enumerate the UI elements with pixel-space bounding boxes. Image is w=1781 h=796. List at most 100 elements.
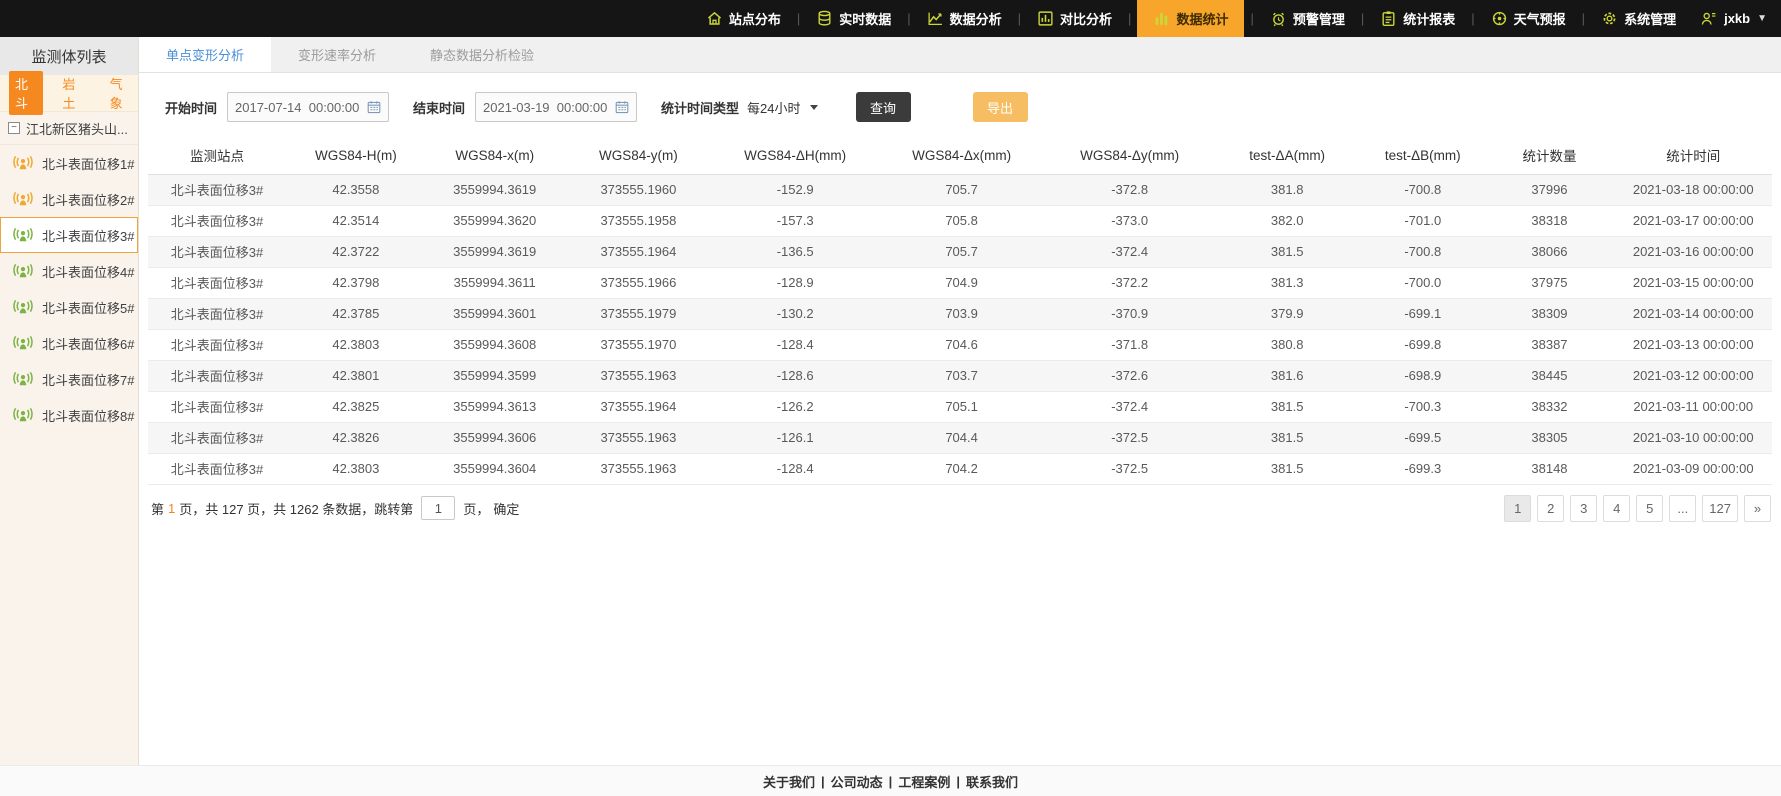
column-header: test-ΔB(mm) — [1361, 137, 1484, 174]
nav-item-weather[interactable]: 天气预报 — [1481, 0, 1576, 37]
query-button[interactable]: 查询 — [856, 92, 911, 122]
nav-item-database[interactable]: 实时数据 — [806, 0, 901, 37]
table-cell: 42.3785 — [286, 298, 426, 329]
table-cell: -700.3 — [1361, 391, 1484, 422]
table-cell: -157.3 — [713, 205, 877, 236]
footer-link-3[interactable]: 工程案例 — [898, 772, 950, 791]
table-cell: -128.4 — [713, 329, 877, 360]
sidebar-item-station-4[interactable]: 北斗表面位移4# — [0, 253, 138, 289]
calendar-icon[interactable] — [367, 100, 381, 114]
sidebar-item-station-6[interactable]: 北斗表面位移6# — [0, 325, 138, 361]
footer: 关于我们|公司动态|工程案例|联系我们 — [0, 765, 1781, 796]
tab-analysis-3[interactable]: 静态数据分析检验 — [403, 37, 561, 72]
station-label: 北斗表面位移8# — [42, 406, 134, 425]
jump-confirm-button[interactable]: 确定 — [493, 499, 519, 518]
sidebar: 监测体列表 北斗岩土气象 − 江北新区猪头山... 北斗表面位移1#北斗表面位移… — [0, 37, 139, 765]
page-button-2[interactable]: 2 — [1537, 495, 1564, 522]
tab-analysis-1[interactable]: 单点变形分析 — [139, 37, 271, 72]
table-cell: 704.2 — [877, 453, 1046, 484]
page-button-5[interactable]: 5 — [1636, 495, 1663, 522]
table-cell: 2021-03-10 00:00:00 — [1614, 422, 1772, 453]
calendar-icon[interactable] — [615, 100, 629, 114]
table-cell: 42.3803 — [286, 453, 426, 484]
page-buttons: 12345...127» — [1498, 495, 1771, 522]
page-button-4[interactable]: 4 — [1603, 495, 1630, 522]
current-page-number: 1 — [168, 501, 175, 516]
table-cell: 42.3801 — [286, 360, 426, 391]
table-cell: 北斗表面位移3# — [148, 391, 286, 422]
table-cell: 382.0 — [1213, 205, 1361, 236]
start-time-input[interactable] — [227, 92, 389, 122]
ellipsis-pages-button[interactable]: ... — [1669, 495, 1696, 522]
tree-root-node[interactable]: − 江北新区猪头山... — [0, 112, 138, 145]
chevron-down-icon: ▼ — [1757, 13, 1767, 24]
table-cell: 373555.1958 — [564, 205, 713, 236]
jump-page-input[interactable] — [421, 496, 455, 520]
sidebar-tab-1[interactable]: 北斗 — [9, 71, 43, 115]
sidebar-item-station-7[interactable]: 北斗表面位移7# — [0, 361, 138, 397]
nav-item-report[interactable]: 统计报表 — [1370, 0, 1465, 37]
column-header: WGS84-Δy(mm) — [1046, 137, 1213, 174]
footer-link-1[interactable]: 关于我们 — [763, 772, 815, 791]
nav-item-line-chart[interactable]: 数据分析 — [917, 0, 1012, 37]
start-time-label: 开始时间 — [165, 98, 217, 117]
table-cell: 3559994.3619 — [426, 174, 564, 205]
doc-chart-icon — [1037, 10, 1054, 27]
sidebar-item-station-1[interactable]: 北斗表面位移1# — [0, 145, 138, 181]
sidebar-tab-3[interactable]: 气象 — [104, 71, 138, 115]
sidebar-item-station-2[interactable]: 北斗表面位移2# — [0, 181, 138, 217]
sidebar-item-station-8[interactable]: 北斗表面位移8# — [0, 397, 138, 433]
table-cell: 3559994.3604 — [426, 453, 564, 484]
table-cell: 705.7 — [877, 236, 1046, 267]
table-cell: -136.5 — [713, 236, 877, 267]
nav-item-label: 数据分析 — [950, 9, 1002, 28]
table-cell: 北斗表面位移3# — [148, 329, 286, 360]
column-header: 监测站点 — [148, 137, 286, 174]
nav-item-bar-chart[interactable]: 数据统计 — [1137, 0, 1244, 37]
nav-item-label: 数据统计 — [1176, 9, 1228, 28]
footer-link-4[interactable]: 联系我们 — [966, 772, 1018, 791]
next-pages-button[interactable]: » — [1744, 495, 1771, 522]
table-cell: 2021-03-13 00:00:00 — [1614, 329, 1772, 360]
page-button-127[interactable]: 127 — [1702, 495, 1738, 522]
chevron-down-icon — [810, 105, 818, 110]
export-button[interactable]: 导出 — [973, 92, 1028, 122]
table-cell: 3559994.3619 — [426, 236, 564, 267]
nav-item-doc-chart[interactable]: 对比分析 — [1027, 0, 1122, 37]
table-cell: 373555.1966 — [564, 267, 713, 298]
table-cell: -699.3 — [1361, 453, 1484, 484]
table-cell: 704.9 — [877, 267, 1046, 298]
table-cell: 38387 — [1485, 329, 1615, 360]
table-cell: 38148 — [1485, 453, 1615, 484]
table-cell: -372.6 — [1046, 360, 1213, 391]
sidebar-item-station-3[interactable]: 北斗表面位移3# — [0, 217, 138, 253]
table-cell: -152.9 — [713, 174, 877, 205]
table-cell: 381.5 — [1213, 453, 1361, 484]
bar-chart-icon — [1153, 10, 1170, 27]
tab-analysis-2[interactable]: 变形速率分析 — [271, 37, 403, 72]
start-time-value[interactable] — [235, 100, 367, 115]
end-time-input[interactable] — [475, 92, 637, 122]
table-cell: 379.9 — [1213, 298, 1361, 329]
nav-item-gear[interactable]: 系统管理 — [1591, 0, 1686, 37]
footer-separator: | — [956, 774, 960, 789]
table-cell: 2021-03-16 00:00:00 — [1614, 236, 1772, 267]
table-cell: -370.9 — [1046, 298, 1213, 329]
table-cell: 2021-03-15 00:00:00 — [1614, 267, 1772, 298]
station-list: 北斗表面位移1#北斗表面位移2#北斗表面位移3# 北斗表面位移4# 北斗表面位移5#… — [0, 145, 138, 433]
nav-item-home[interactable]: 站点分布 — [696, 0, 791, 37]
page-button-3[interactable]: 3 — [1570, 495, 1597, 522]
end-time-value[interactable] — [483, 100, 615, 115]
footer-link-2[interactable]: 公司动态 — [831, 772, 883, 791]
sidebar-item-station-5[interactable]: 北斗表面位移5# — [0, 289, 138, 325]
station-label: 北斗表面位移4# — [42, 262, 134, 281]
table-cell: 北斗表面位移3# — [148, 236, 286, 267]
nav-item-alarm[interactable]: 预警管理 — [1260, 0, 1355, 37]
table-cell: 42.3826 — [286, 422, 426, 453]
table-cell: 381.5 — [1213, 391, 1361, 422]
page-button-1[interactable]: 1 — [1504, 495, 1531, 522]
sidebar-tab-2[interactable]: 岩土 — [56, 71, 90, 115]
collapse-icon[interactable]: − — [8, 122, 20, 134]
stat-interval-select[interactable]: 每24小时 — [747, 98, 817, 117]
user-menu[interactable]: jxkb ▼ — [1686, 0, 1767, 37]
